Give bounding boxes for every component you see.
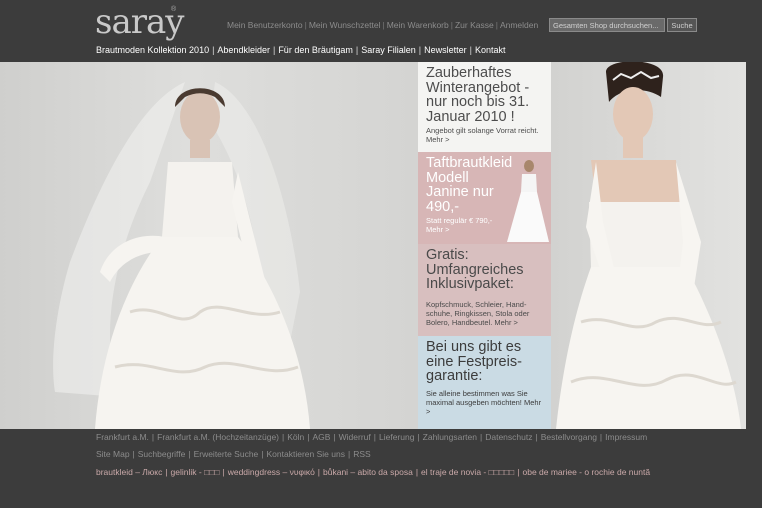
hero-banner: Zauberhaftes Winterangebot - nur noch bi… (0, 62, 762, 429)
footer-lang-link-1[interactable]: brautkleid – Люкс (96, 467, 162, 477)
winter-offer-detail: Angebot gilt solange Vorrat reicht. Mehr… (426, 126, 539, 144)
my-account-link[interactable]: Mein Benutzerkonto (227, 20, 303, 30)
footer-link-frankfurt-suits[interactable]: Frankfurt a.M. (Hochzeitanzüge) (157, 432, 279, 442)
footer-link-rss[interactable]: RSS (353, 449, 370, 459)
footer-links-primary: Frankfurt a.M. | Frankfurt a.M. (Hochzeita… (96, 432, 648, 442)
fixed-price-panel[interactable]: Bei uns gibt es eine Festpreis-garantie:… (418, 336, 551, 429)
nav-collection-2010[interactable]: Brautmoden Kollektion 2010 (96, 45, 209, 55)
nav-branches[interactable]: Saray Filialen (361, 45, 416, 55)
hero-right-edge (746, 62, 762, 429)
winter-offer-panel[interactable]: Zauberhaftes Winterangebot - nur noch bi… (418, 62, 551, 152)
footer-link-search-terms[interactable]: Suchbegriffe (138, 449, 186, 459)
cart-link[interactable]: Mein Warenkorb (387, 20, 449, 30)
footer-link-impressum[interactable]: Impressum (605, 432, 647, 442)
footer-links-secondary: Site Map | Suchbegriffe | Erweiterte Suche | K… (96, 449, 371, 459)
nav-newsletter[interactable]: Newsletter (424, 45, 467, 55)
footer-link-lieferung[interactable]: Lieferung (379, 432, 414, 442)
winter-more-link[interactable]: Mehr > (426, 135, 450, 144)
wishlist-link[interactable]: Mein Wunschzettel (309, 20, 381, 30)
bride-tiara-illustration (556, 62, 741, 429)
footer-links-languages: brautkleid – Люкс | gelinlik - □□□ | wedding… (96, 467, 651, 477)
checkout-link[interactable]: Zur Kasse (455, 20, 494, 30)
taft-dress-detail: Statt regulär € 790,- Mehr > (426, 216, 493, 234)
nav-evening-dresses[interactable]: Abendkleider (217, 45, 270, 55)
fixed-price-detail: Sie alleine bestimmen was Sie maximal au… (426, 388, 542, 416)
free-package-detail: Kopfschmuck, Schleier, Hand-schuhe, Ring… (426, 299, 530, 327)
free-package-more-link[interactable]: Mehr > (494, 318, 518, 327)
bride-veil-photo[interactable] (0, 62, 418, 429)
account-nav: Mein Benutzerkonto | Mein Wunschzettel | Mei… (227, 20, 539, 30)
free-package-panel[interactable]: Gratis: Umfangreiches Inklusivpaket: Kop… (418, 244, 551, 336)
main-nav: Brautmoden Kollektion 2010 | Abendkleider |… (96, 45, 506, 55)
footer-link-zahlungsarten[interactable]: Zahlungsarten (423, 432, 477, 442)
nav-groom[interactable]: Für den Bräutigam (278, 45, 353, 55)
free-package-headline: Gratis: Umfangreiches Inklusivpaket: (426, 247, 524, 292)
footer-link-widerruf[interactable]: Widerruf (339, 432, 371, 442)
footer-link-datenschutz[interactable]: Datenschutz (485, 432, 532, 442)
footer-link-frankfurt[interactable]: Frankfurt a.M. (96, 432, 149, 442)
winter-offer-headline: Zauberhaftes Winterangebot - nur noch bi… (426, 65, 530, 125)
footer-lang-link-4[interactable]: bůkani – abito da sposa (323, 467, 413, 477)
site-header: saray ® Mein Benutzerkonto | Mein Wunschze… (0, 0, 762, 62)
registered-mark: ® (171, 6, 177, 13)
taft-more-link[interactable]: Mehr > (426, 225, 450, 234)
footer-link-bestellvorgang[interactable]: Bestellvorgang (541, 432, 597, 442)
taft-dress-headline: Taftbrautkleid Modell Janine nur 490,- (426, 155, 513, 215)
footer-link-koeln[interactable]: Köln (287, 432, 304, 442)
search-input[interactable] (549, 18, 665, 32)
bride-tiara-photo[interactable] (551, 62, 746, 429)
fixed-price-headline: Bei uns gibt es eine Festpreis-garantie: (426, 339, 522, 384)
login-link[interactable]: Anmelden (500, 20, 538, 30)
search-button[interactable]: Suche (667, 18, 697, 32)
bride-veil-illustration (53, 82, 310, 429)
footer-lang-link-6[interactable]: obe de mariee - o rochie de nuntă (522, 467, 650, 477)
footer-link-contact[interactable]: Kontaktieren Sie uns (267, 449, 345, 459)
footer-lang-link-2[interactable]: gelinlik - □□□ (171, 467, 220, 477)
taft-dress-thumbnail (507, 160, 549, 242)
taft-dress-panel[interactable]: Taftbrautkleid Modell Janine nur 490,- S… (418, 152, 551, 244)
footer-lang-link-3[interactable]: weddingdress – νυφικό (228, 467, 315, 477)
footer-link-sitemap[interactable]: Site Map (96, 449, 130, 459)
footer-lang-link-5[interactable]: el traje de novia - □□□□□ (421, 467, 514, 477)
footer-link-agb[interactable]: AGB (312, 432, 330, 442)
site-footer: Frankfurt a.M. | Frankfurt a.M. (Hochzeita… (0, 429, 762, 508)
nav-contact[interactable]: Kontakt (475, 45, 506, 55)
footer-link-advanced-search[interactable]: Erweiterte Suche (194, 449, 259, 459)
